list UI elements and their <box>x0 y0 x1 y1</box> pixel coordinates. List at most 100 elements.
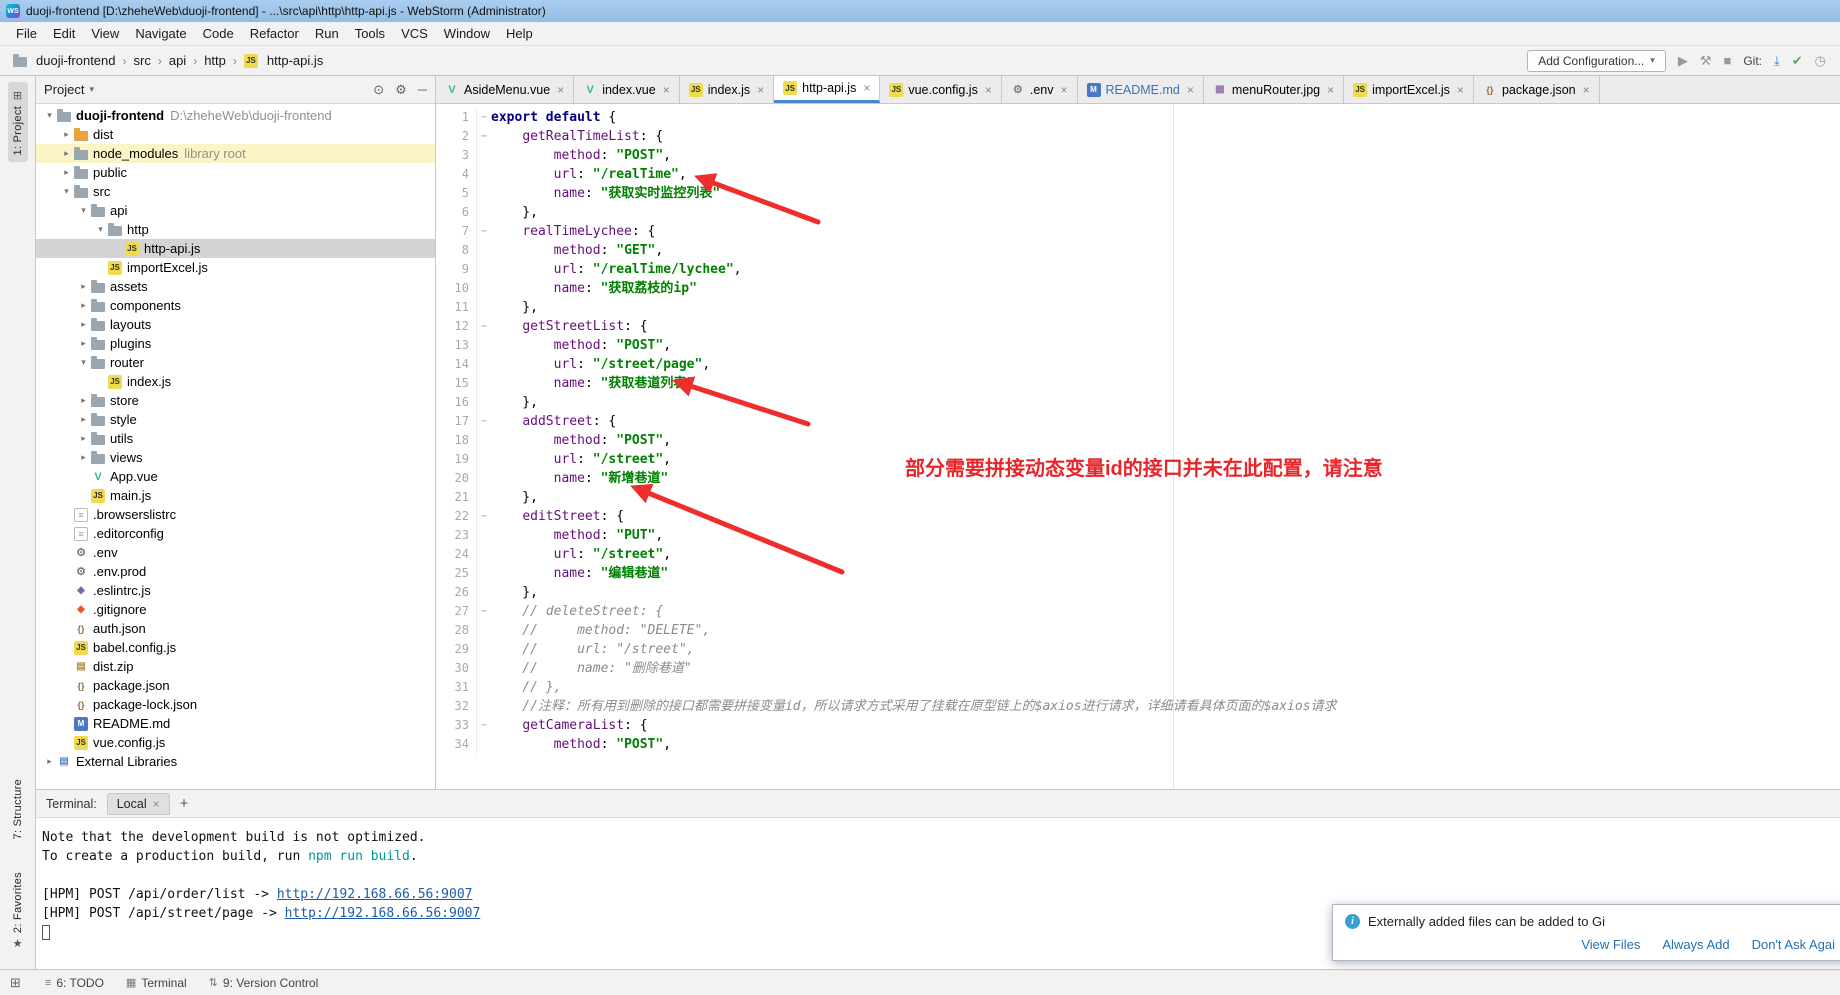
tab-index-vue[interactable]: Vindex.vue× <box>574 76 680 103</box>
menu-help[interactable]: Help <box>498 23 541 44</box>
history-icon[interactable]: ◷ <box>1815 53 1826 69</box>
close-icon[interactable]: × <box>1187 83 1194 97</box>
git-commit-icon[interactable]: ✔ <box>1792 53 1803 69</box>
chevron-expanded-icon[interactable]: ▾ <box>76 205 91 216</box>
chevron-collapsed-icon[interactable]: ▸ <box>76 281 91 292</box>
close-icon[interactable]: × <box>985 83 992 97</box>
fold-marker-icon[interactable]: − <box>476 127 491 146</box>
chevron-collapsed-icon[interactable]: ▸ <box>59 148 74 159</box>
locate-file-icon[interactable]: ⊙ <box>373 82 384 98</box>
tree-item-editorconfig[interactable]: ≡.editorconfig <box>36 524 435 543</box>
chevron-expanded-icon[interactable]: ▾ <box>93 224 108 235</box>
chevron-collapsed-icon[interactable]: ▸ <box>76 433 91 444</box>
tool-stripe-favorites-button[interactable]: 2: Favorites ★ <box>8 865 28 957</box>
menu-code[interactable]: Code <box>195 23 242 44</box>
menu-navigate[interactable]: Navigate <box>127 23 194 44</box>
tab-http-api-js[interactable]: JShttp-api.js× <box>774 76 880 103</box>
tree-item-src[interactable]: ▾src <box>36 182 435 201</box>
close-icon[interactable]: × <box>663 83 670 97</box>
close-icon[interactable]: × <box>1583 83 1590 97</box>
tree-item-auth-json[interactable]: {}auth.json <box>36 619 435 638</box>
chevron-collapsed-icon[interactable]: ▸ <box>76 395 91 406</box>
git-update-icon[interactable]: ⤓ <box>1774 53 1780 69</box>
tree-item-utils[interactable]: ▸utils <box>36 429 435 448</box>
notification-action-view-files[interactable]: View Files <box>1581 937 1640 952</box>
tree-item-babel-config-js[interactable]: JSbabel.config.js <box>36 638 435 657</box>
tab-readme-md[interactable]: MREADME.md× <box>1078 76 1204 103</box>
chevron-collapsed-icon[interactable]: ▸ <box>76 338 91 349</box>
close-icon[interactable]: × <box>863 81 870 95</box>
menu-window[interactable]: Window <box>436 23 498 44</box>
tab-asidemenu-vue[interactable]: VAsideMenu.vue× <box>436 76 574 103</box>
tree-item-browserslistrc[interactable]: ≡.browserslistrc <box>36 505 435 524</box>
tree-item-main-js[interactable]: JSmain.js <box>36 486 435 505</box>
chevron-expanded-icon[interactable]: ▾ <box>42 110 57 121</box>
breadcrumb-api[interactable]: api <box>166 51 189 70</box>
tree-item-router[interactable]: ▾router <box>36 353 435 372</box>
tree-item-dist-zip[interactable]: ▤dist.zip <box>36 657 435 676</box>
tab-package-json[interactable]: {}package.json× <box>1474 76 1600 103</box>
menu-file[interactable]: File <box>8 23 45 44</box>
add-configuration-button[interactable]: Add Configuration... ▾ <box>1527 50 1666 72</box>
tree-item-vue-config-js[interactable]: JSvue.config.js <box>36 733 435 752</box>
chevron-expanded-icon[interactable]: ▾ <box>76 357 91 368</box>
chevron-collapsed-icon[interactable]: ▸ <box>76 300 91 311</box>
menu-edit[interactable]: Edit <box>45 23 83 44</box>
tree-item-package-lock-json[interactable]: {}package-lock.json <box>36 695 435 714</box>
close-icon[interactable]: × <box>1457 83 1464 97</box>
menu-refactor[interactable]: Refactor <box>242 23 307 44</box>
stop-icon[interactable]: ■ <box>1723 53 1731 68</box>
breadcrumb-http-api-js[interactable]: JShttp-api.js <box>241 51 326 70</box>
breadcrumb-duoji-frontend[interactable]: duoji-frontend <box>10 51 119 70</box>
build-icon[interactable]: ⚒ <box>1700 53 1712 69</box>
tree-item-importexcel-js[interactable]: JSimportExcel.js <box>36 258 435 277</box>
tab-index-js[interactable]: JSindex.js× <box>680 76 774 103</box>
menu-tools[interactable]: Tools <box>347 23 393 44</box>
statusbar-6-todo[interactable]: ≡6: TODO <box>45 976 104 990</box>
chevron-collapsed-icon[interactable]: ▸ <box>76 452 91 463</box>
menu-view[interactable]: View <box>83 23 127 44</box>
fold-marker-icon[interactable]: − <box>476 222 491 241</box>
chevron-collapsed-icon[interactable]: ▸ <box>59 167 74 178</box>
tree-item-duoji-frontend[interactable]: ▾duoji-frontendD:\zheheWeb\duoji-fronten… <box>36 106 435 125</box>
tab-importexcel-js[interactable]: JSimportExcel.js× <box>1344 76 1474 103</box>
close-icon[interactable]: × <box>153 797 160 811</box>
tab-env[interactable]: ⚙.env× <box>1002 76 1078 103</box>
fold-marker-icon[interactable]: − <box>476 602 491 621</box>
chevron-collapsed-icon[interactable]: ▸ <box>42 756 57 767</box>
breadcrumb-http[interactable]: http <box>201 51 229 70</box>
close-icon[interactable]: × <box>1060 83 1067 97</box>
close-icon[interactable]: × <box>757 83 764 97</box>
tree-item-env-prod[interactable]: ⚙.env.prod <box>36 562 435 581</box>
tree-item-external-libraries[interactable]: ▸▤External Libraries <box>36 752 435 771</box>
tree-item-readme-md[interactable]: MREADME.md <box>36 714 435 733</box>
notification-action-always-add[interactable]: Always Add <box>1662 937 1729 952</box>
hide-panel-icon[interactable]: ─ <box>418 82 427 98</box>
project-panel-title[interactable]: Project ▾ <box>44 82 94 97</box>
chevron-collapsed-icon[interactable]: ▸ <box>76 319 91 330</box>
chevron-collapsed-icon[interactable]: ▸ <box>76 414 91 425</box>
terminal-link[interactable]: http://192.168.66.56:9007 <box>285 906 481 921</box>
tree-item-http-api-js[interactable]: JShttp-api.js <box>36 239 435 258</box>
tool-stripe-structure-button[interactable]: 7: Structure <box>8 772 28 846</box>
fold-marker-icon[interactable]: − <box>476 108 491 127</box>
tree-item-public[interactable]: ▸public <box>36 163 435 182</box>
chevron-collapsed-icon[interactable]: ▸ <box>59 129 74 140</box>
menu-run[interactable]: Run <box>307 23 347 44</box>
tree-item-node-modules[interactable]: ▸node_moduleslibrary root <box>36 144 435 163</box>
tree-item-http[interactable]: ▾http <box>36 220 435 239</box>
code-editor[interactable]: 1−export default {2− getRealTimeList: {3… <box>436 104 1840 789</box>
close-icon[interactable]: × <box>557 83 564 97</box>
toolwindow-switcher-icon[interactable]: ⊞ <box>10 975 21 991</box>
tree-item-plugins[interactable]: ▸plugins <box>36 334 435 353</box>
tree-item-assets[interactable]: ▸assets <box>36 277 435 296</box>
tree-item-api[interactable]: ▾api <box>36 201 435 220</box>
tree-item-store[interactable]: ▸store <box>36 391 435 410</box>
tree-item-app-vue[interactable]: VApp.vue <box>36 467 435 486</box>
statusbar-9-version-control[interactable]: ⇅9: Version Control <box>209 976 319 990</box>
tab-vue-config-js[interactable]: JSvue.config.js× <box>880 76 1002 103</box>
fold-marker-icon[interactable]: − <box>476 716 491 735</box>
tree-item-eslintrc-js[interactable]: ◆.eslintrc.js <box>36 581 435 600</box>
tree-item-package-json[interactable]: {}package.json <box>36 676 435 695</box>
breadcrumb-src[interactable]: src <box>131 51 154 70</box>
